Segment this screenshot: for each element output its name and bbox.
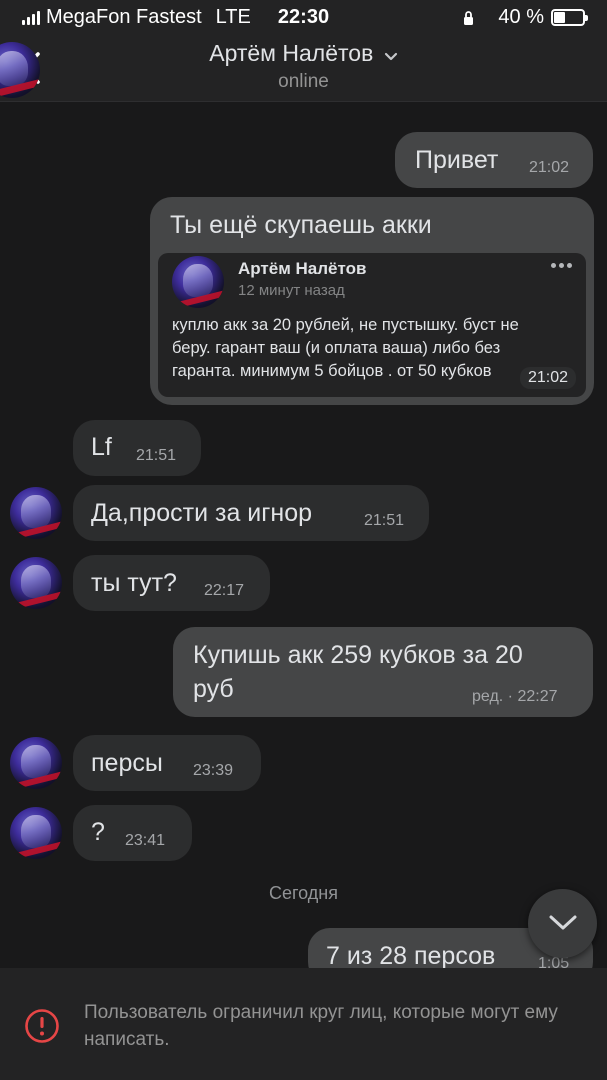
chat-header: Артём Налётов online (0, 34, 607, 102)
message-outgoing[interactable]: Привет 21:02 (395, 132, 593, 188)
message-text: Привет (415, 146, 499, 174)
message-incoming[interactable]: Lf 21:51 (73, 420, 201, 476)
message-time: 22:17 (204, 582, 245, 599)
message-incoming[interactable]: ты тут? 22:17 (73, 555, 270, 611)
message-incoming[interactable]: ? 23:41 (73, 805, 192, 861)
battery-icon (551, 9, 588, 26)
message-text: Ты ещё скупаешь акки (170, 211, 432, 239)
message-text-line: Купишь акк 259 кубков за 20 (193, 641, 523, 669)
sender-avatar[interactable] (10, 557, 62, 609)
message-time: 21:02 (519, 367, 576, 389)
chevron-down-icon (549, 915, 577, 930)
post-author-avatar[interactable] (172, 256, 224, 308)
status-bar: MegaFon Fastest LTE 22:30 40 % (0, 0, 607, 34)
post-text-line: куплю акк за 20 рублей, не пустышку. бус… (172, 316, 519, 334)
restriction-notice: Пользователь ограничил круг лиц, которые… (84, 1002, 558, 1050)
message-incoming[interactable]: Да,прости за игнор 21:51 (73, 485, 429, 541)
message-text: персы (91, 749, 163, 777)
online-status: online (278, 71, 329, 92)
sender-avatar[interactable] (10, 737, 62, 789)
message-time: 23:41 (125, 832, 166, 849)
message-text: ? (91, 818, 105, 846)
post-text-line: гаранта. минимум 5 бойцов . от 50 кубков (172, 362, 492, 380)
messaging-restricted-banner: Пользователь ограничил круг лиц, которые… (0, 968, 607, 1080)
chat-title-area[interactable]: Артём Налётов online (0, 40, 607, 93)
post-text: куплю акк за 20 рублей, не пустышку. бус… (172, 314, 572, 383)
chat-title: Артём Налётов (209, 40, 374, 66)
battery-percent: 40 % (498, 6, 544, 28)
message-time: 23:39 (193, 762, 234, 779)
warning-icon (25, 1009, 59, 1043)
message-time: 21:51 (364, 512, 405, 529)
day-separator: Сегодня (269, 883, 338, 903)
post-text-line: беру. гарант ваш (и оплата ваша) либо бе… (172, 339, 501, 357)
post-date: 12 минут назад (238, 282, 345, 299)
more-options-icon[interactable] (551, 263, 572, 268)
message-text: Да,прости за игнор (91, 499, 312, 527)
battery-level (554, 12, 566, 23)
message-time: ред. · 22:27 (472, 688, 558, 705)
sender-avatar[interactable] (10, 807, 62, 859)
message-outgoing[interactable]: Купишь акк 259 кубков за 20 руб ред. · 2… (173, 627, 593, 717)
status-right: 40 % (460, 6, 588, 29)
message-text: Lf (91, 433, 112, 461)
message-time: 21:02 (529, 159, 570, 176)
post-author-name[interactable]: Артём Налётов (238, 259, 366, 279)
message-text-line: руб (193, 675, 234, 703)
message-time: 21:51 (136, 447, 177, 464)
forwarded-post-card[interactable]: Артём Налётов 12 минут назад куплю акк з… (158, 253, 586, 397)
chevron-down-icon (384, 52, 397, 60)
message-incoming[interactable]: персы 23:39 (73, 735, 261, 791)
scroll-down-button[interactable] (528, 889, 597, 958)
message-text: 7 из 28 персов (326, 942, 496, 970)
orientation-lock-icon (464, 10, 474, 25)
message-text: ты тут? (91, 569, 177, 597)
sender-avatar[interactable] (10, 487, 62, 539)
